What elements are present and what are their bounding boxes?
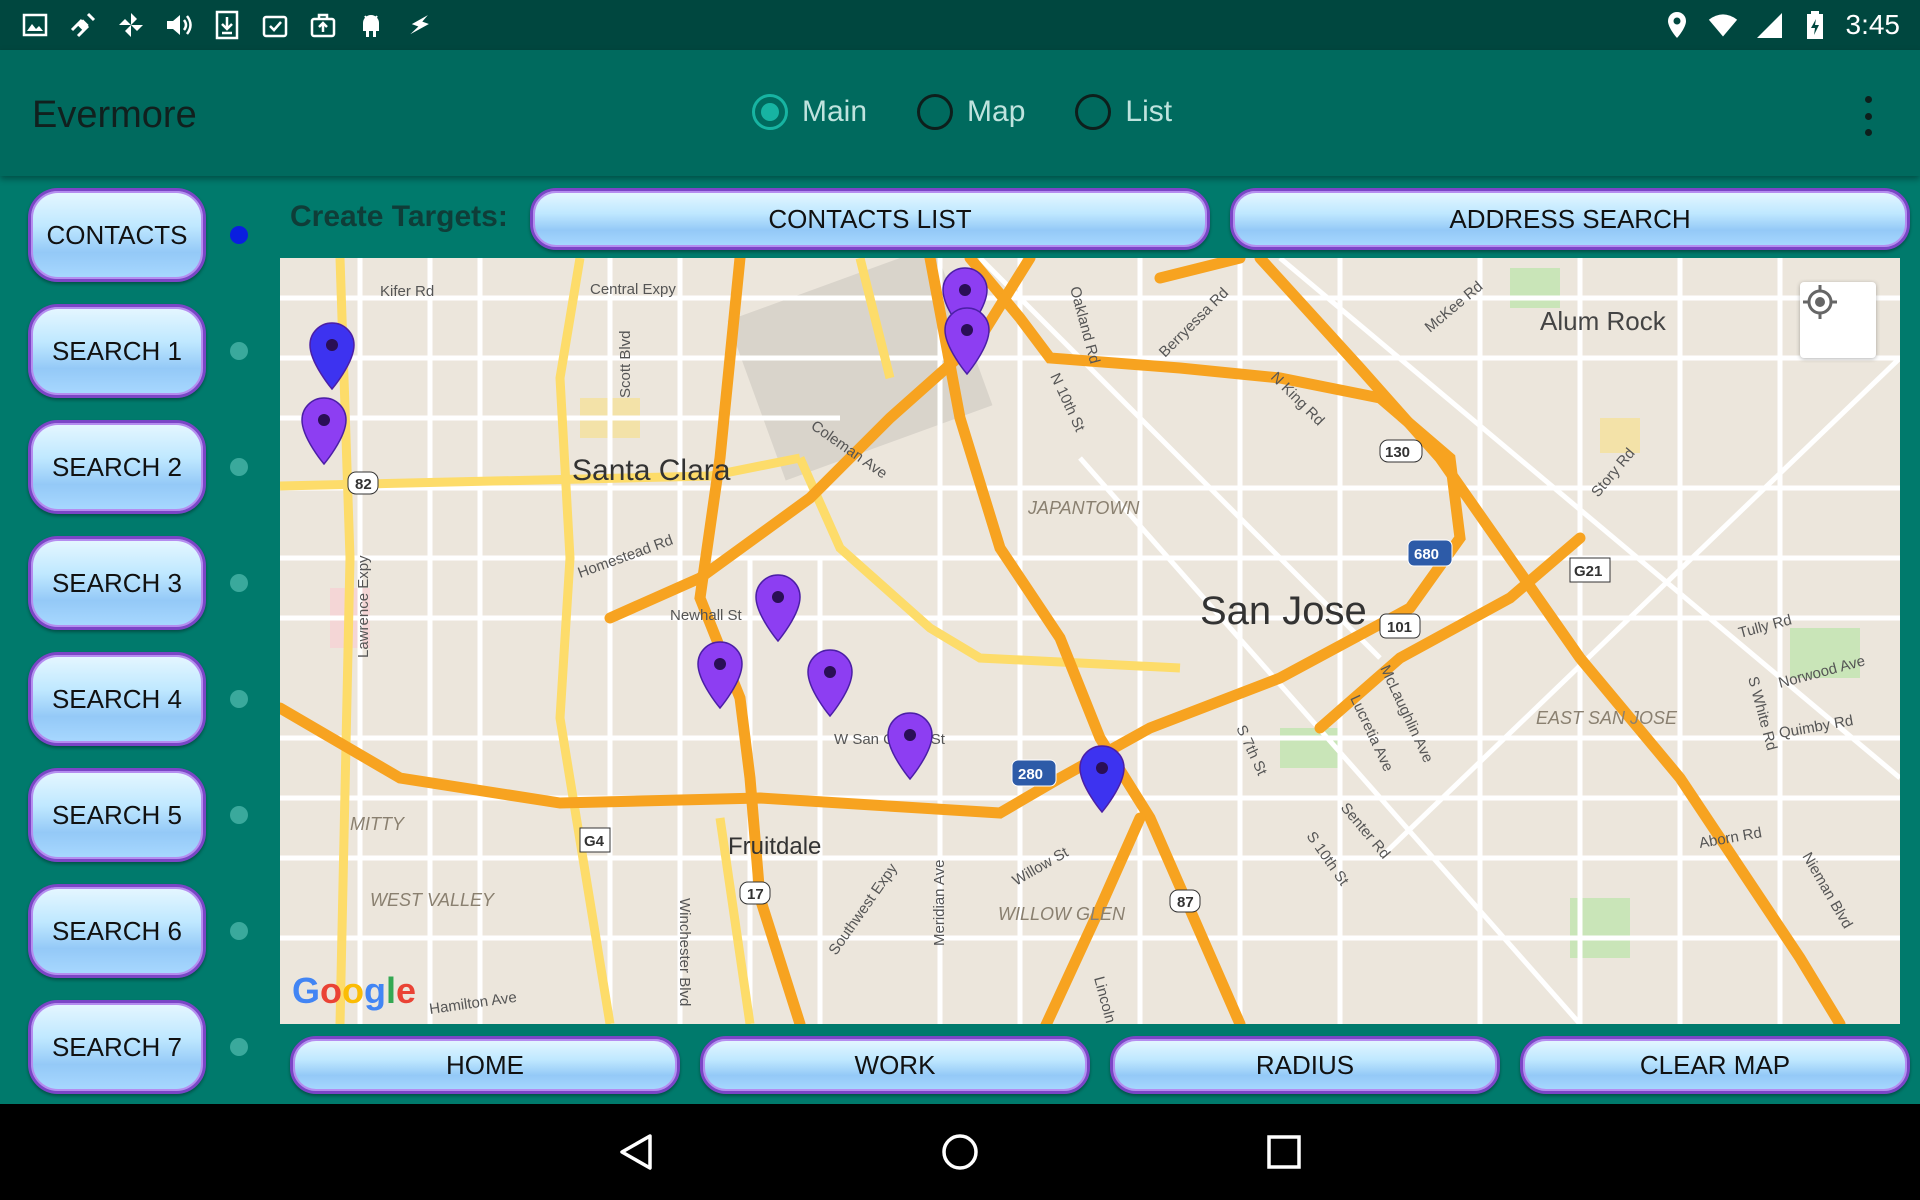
- shield-g21: G21: [1574, 563, 1602, 580]
- label-lawrence: Lawrence Expy: [355, 555, 372, 658]
- mode-radio-group: Main Map List: [752, 94, 1222, 130]
- radio-main-circle[interactable]: [752, 94, 788, 130]
- wifi-icon: [1708, 10, 1738, 40]
- map-canvas[interactable]: San Jose Santa Clara Alum Rock Fruitdale…: [280, 258, 1900, 1024]
- search-5-button[interactable]: SEARCH 5: [28, 768, 206, 862]
- create-targets-label: Create Targets:: [290, 200, 508, 233]
- volume-icon: [164, 10, 194, 40]
- shield-17: 17: [747, 886, 764, 903]
- shield-280: 280: [1018, 766, 1043, 783]
- radius-button[interactable]: RADIUS: [1110, 1036, 1500, 1094]
- more-vert-icon[interactable]: [1858, 96, 1878, 136]
- label-willow-glen: WILLOW GLEN: [998, 904, 1126, 924]
- pinwheel-icon: [116, 10, 146, 40]
- contacts-status-dot: [230, 226, 248, 244]
- clock: 3:45: [1845, 9, 1901, 40]
- download-icon: [212, 10, 242, 40]
- search-3-status-dot: [230, 574, 248, 592]
- google-logo: Google: [292, 970, 417, 1011]
- label-winchester: Winchester Blvd: [676, 898, 693, 1006]
- label-japantown: JAPANTOWN: [1027, 498, 1140, 518]
- radio-main-label[interactable]: Main: [802, 95, 867, 129]
- image-icon: [20, 10, 50, 40]
- search-4-status-dot: [230, 690, 248, 708]
- back-icon[interactable]: [612, 1128, 660, 1176]
- radio-list[interactable]: List: [1075, 94, 1172, 130]
- label-fruitdale: Fruitdale: [728, 833, 821, 860]
- address-search-button[interactable]: ADDRESS SEARCH: [1230, 188, 1910, 250]
- label-east-san-jose: EAST SAN JOSE: [1536, 708, 1678, 728]
- label-santa-clara: Santa Clara: [572, 454, 731, 487]
- search-7-status-dot: [230, 1038, 248, 1056]
- label-san-jose: San Jose: [1200, 589, 1367, 633]
- map-view[interactable]: San Jose Santa Clara Alum Rock Fruitdale…: [280, 258, 1900, 1024]
- label-scott: Scott Blvd: [617, 330, 634, 398]
- radio-main[interactable]: Main: [752, 94, 867, 130]
- search-5-status-dot: [230, 806, 248, 824]
- radio-list-circle[interactable]: [1075, 94, 1112, 130]
- radio-map-label[interactable]: Map: [967, 95, 1025, 129]
- shield-101: 101: [1387, 619, 1412, 636]
- work-button[interactable]: WORK: [700, 1036, 1090, 1094]
- app-title: Evermore: [32, 94, 197, 136]
- status-bar: 3:45: [0, 0, 1920, 50]
- nav-bar: [0, 1104, 1920, 1200]
- search-2-status-dot: [230, 458, 248, 476]
- contacts-button[interactable]: CONTACTS: [28, 188, 206, 282]
- label-newhall: Newhall St: [670, 607, 743, 624]
- home-circle-icon[interactable]: [936, 1128, 984, 1176]
- satellite-icon: [68, 10, 98, 40]
- app-bar: Evermore Main Map List: [0, 50, 1920, 176]
- shield-680: 680: [1414, 546, 1439, 563]
- search-6-button[interactable]: SEARCH 6: [28, 884, 206, 978]
- radio-list-label[interactable]: List: [1125, 95, 1172, 129]
- search-1-status-dot: [230, 342, 248, 360]
- flash-icon: [404, 10, 434, 40]
- briefcase-upload-icon: [308, 10, 338, 40]
- search-1-button[interactable]: SEARCH 1: [28, 304, 206, 398]
- clear-map-button[interactable]: CLEAR MAP: [1520, 1036, 1910, 1094]
- radio-map[interactable]: Map: [917, 94, 1025, 130]
- label-meridian: Meridian Ave: [931, 860, 948, 946]
- radio-map-circle[interactable]: [917, 94, 954, 130]
- label-kifer: Kifer Rd: [380, 283, 434, 300]
- location-icon: [1662, 10, 1692, 40]
- recents-square-icon[interactable]: [1260, 1128, 1308, 1176]
- search-3-button[interactable]: SEARCH 3: [28, 536, 206, 630]
- label-mitty: MITTY: [350, 814, 406, 834]
- crosshair-icon: [1803, 285, 1837, 319]
- label-west-valley: WEST VALLEY: [370, 890, 496, 910]
- contacts-list-button[interactable]: CONTACTS LIST: [530, 188, 1210, 250]
- search-6-status-dot: [230, 922, 248, 940]
- search-2-button[interactable]: SEARCH 2: [28, 420, 206, 514]
- signal-icon: [1754, 10, 1784, 40]
- label-alum-rock: Alum Rock: [1540, 306, 1667, 336]
- shield-87: 87: [1177, 894, 1194, 911]
- label-central: Central Expy: [590, 281, 676, 298]
- battery-charging-icon: [1800, 10, 1830, 40]
- search-4-button[interactable]: SEARCH 4: [28, 652, 206, 746]
- android-icon: [356, 10, 386, 40]
- shield-g4: G4: [584, 833, 605, 850]
- clipboard-check-icon: [260, 10, 290, 40]
- search-7-button[interactable]: SEARCH 7: [28, 1000, 206, 1094]
- home-button[interactable]: HOME: [290, 1036, 680, 1094]
- my-location-button[interactable]: [1800, 282, 1876, 358]
- shield-130: 130: [1385, 444, 1410, 461]
- shield-82: 82: [355, 476, 372, 493]
